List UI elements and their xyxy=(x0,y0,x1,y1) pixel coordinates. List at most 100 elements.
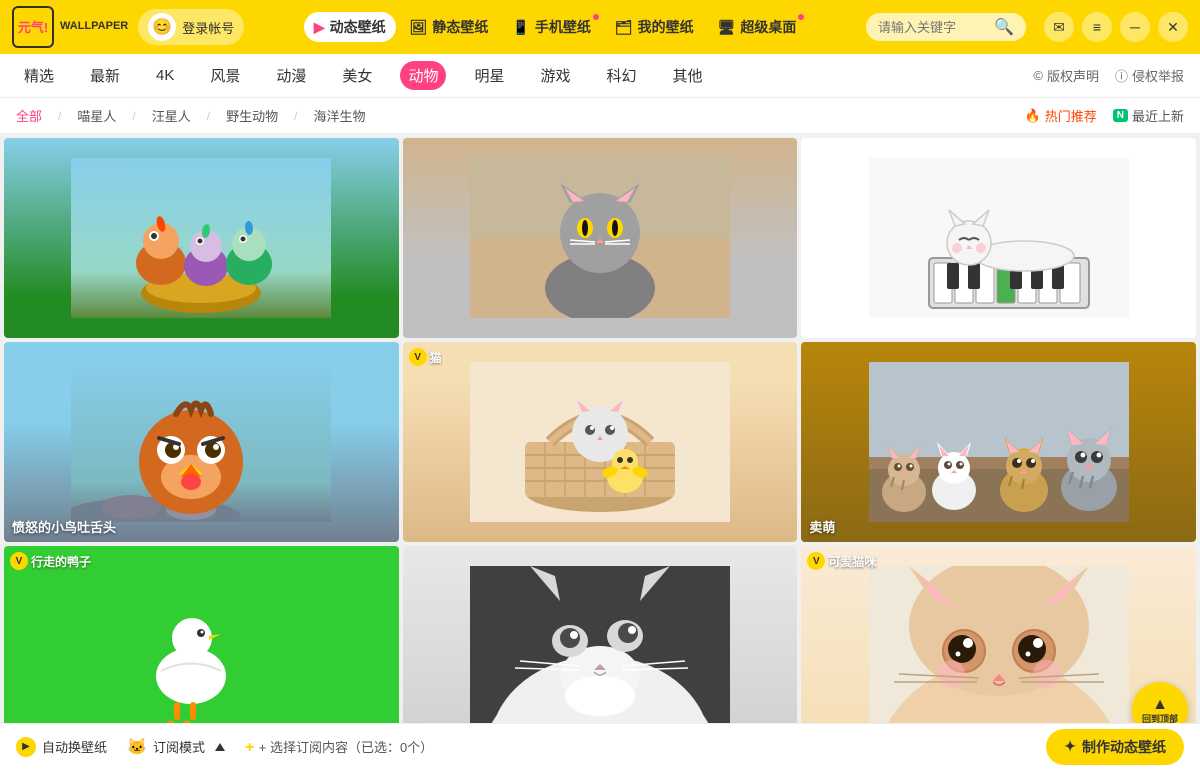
card-1[interactable] xyxy=(4,138,399,338)
sep-1: / xyxy=(58,109,61,123)
card-9[interactable]: V 可爱猫咪 ▲ 回到顶部 xyxy=(801,546,1196,723)
bottom-right: ✦ 制作动态壁纸 xyxy=(1046,729,1184,765)
card-1-image xyxy=(4,138,399,338)
nav-desktop[interactable]: 🖥 超级桌面 xyxy=(708,12,807,42)
nav-dynamic[interactable]: ▶ 动态壁纸 xyxy=(304,12,396,42)
subcat-dog[interactable]: 汪星人 xyxy=(152,106,191,125)
hot-recommend[interactable]: 🔥 热门推荐 xyxy=(1025,106,1097,125)
back-top-arrow: ▲ xyxy=(1152,696,1168,714)
select-content-btn[interactable]: + + 选择订阅内容（已选：0个） xyxy=(245,737,433,757)
close-icon: ✕ xyxy=(1167,19,1179,36)
cat-landscape[interactable]: 风景 xyxy=(202,61,248,90)
cat-animal[interactable]: 动物 xyxy=(400,61,446,90)
card-4-label: 愤怒的小鸟吐舌头 xyxy=(12,517,116,536)
cat-other[interactable]: 其他 xyxy=(665,61,711,90)
nav-mywp[interactable]: 🗂 我的壁纸 xyxy=(605,12,704,42)
menu-icon: ≡ xyxy=(1093,19,1101,35)
card-6-label: 卖萌 xyxy=(809,517,835,536)
nav-mywp-label: 我的壁纸 xyxy=(638,17,694,37)
subscribe-mode-btn[interactable]: 🐱 订阅模式 xyxy=(127,737,225,757)
search-icon[interactable]: 🔍 xyxy=(994,17,1014,37)
cat-anime[interactable]: 动漫 xyxy=(268,61,314,90)
card-9-label: 可爱猫咪 xyxy=(828,553,876,570)
login-label: 登录帐号 xyxy=(182,18,234,37)
chevron-up-icon xyxy=(215,743,225,751)
menu-button[interactable]: ≡ xyxy=(1082,12,1112,42)
v-icon-7: V xyxy=(10,552,28,570)
cat-star[interactable]: 明星 xyxy=(466,61,512,90)
cat-latest[interactable]: 最新 xyxy=(82,61,128,90)
logo-area: 元气! WALLPAPER xyxy=(12,6,128,48)
report-link[interactable]: ⓘ 侵权举报 xyxy=(1115,66,1184,85)
nav-mobile[interactable]: 📱 手机壁纸 xyxy=(502,12,600,42)
nav-mobile-icon: 📱 xyxy=(512,19,529,36)
back-top-label: 回到顶部 xyxy=(1142,714,1178,723)
card-2[interactable] xyxy=(403,138,798,338)
mobile-dot xyxy=(593,14,599,20)
header: 元气! WALLPAPER 😊 登录帐号 ▶ 动态壁纸 🖼 静态壁纸 📱 手机壁… xyxy=(0,0,1200,54)
subscribe-label: 订阅模式 xyxy=(153,737,205,756)
nav-mobile-label: 手机壁纸 xyxy=(535,17,591,37)
nav-static[interactable]: 🖼 静态壁纸 xyxy=(400,12,499,42)
auto-wallpaper-label: 自动换壁纸 xyxy=(42,737,107,756)
report-icon: ⓘ xyxy=(1115,66,1128,85)
sep-3: / xyxy=(207,109,210,123)
login-button[interactable]: 😊 登录帐号 xyxy=(138,9,244,45)
subcat-ocean[interactable]: 海洋生物 xyxy=(313,106,365,125)
v-icon-5: V xyxy=(409,348,427,366)
select-content-label: + 选择订阅内容（已选：0个） xyxy=(259,740,433,755)
cat-beauty[interactable]: 美女 xyxy=(334,61,380,90)
wallpaper-grid: 愤怒的小鸟吐舌头 xyxy=(0,134,1200,723)
logo-text: WALLPAPER xyxy=(60,20,128,33)
mail-button[interactable]: ✉ xyxy=(1044,12,1074,42)
sep-2: / xyxy=(132,109,135,123)
search-box[interactable]: 🔍 xyxy=(866,13,1026,41)
make-btn-label: 制作动态壁纸 xyxy=(1082,737,1166,757)
minimize-icon: ─ xyxy=(1130,19,1140,35)
hot-label: 热门推荐 xyxy=(1045,106,1097,125)
subcat-all[interactable]: 全部 xyxy=(16,106,42,125)
avatar: 😊 xyxy=(148,13,176,41)
card-5[interactable]: V 猫 xyxy=(403,342,798,542)
search-input[interactable] xyxy=(878,20,988,35)
card-3[interactable] xyxy=(801,138,1196,338)
card-7-badge: V 行走的鸭子 xyxy=(10,552,91,570)
card-3-image xyxy=(801,138,1196,338)
card-7-label: 行走的鸭子 xyxy=(31,553,91,570)
make-wallpaper-btn[interactable]: ✦ 制作动态壁纸 xyxy=(1046,729,1184,765)
sep-4: / xyxy=(294,109,297,123)
copyright-label: 版权声明 xyxy=(1047,66,1099,85)
cat-scifi[interactable]: 科幻 xyxy=(598,61,644,90)
nav-desktop-icon: 🖥 xyxy=(718,19,736,36)
nav-static-label: 静态壁纸 xyxy=(432,17,488,37)
cat-rights: © 版权声明 ⓘ 侵权举报 xyxy=(1033,66,1184,85)
card-5-label: 猫 xyxy=(430,349,442,366)
copyright-icon: © xyxy=(1033,68,1043,83)
card-7-image xyxy=(4,546,399,723)
card-4[interactable]: 愤怒的小鸟吐舌头 xyxy=(4,342,399,542)
v-icon-9: V xyxy=(807,552,825,570)
new-label: 最近上新 xyxy=(1132,106,1184,125)
minimize-button[interactable]: ─ xyxy=(1120,12,1150,42)
subcat-cat[interactable]: 喵星人 xyxy=(77,106,116,125)
card-5-badge: V 猫 xyxy=(409,348,442,366)
cat-4k[interactable]: 4K xyxy=(148,63,182,88)
card-5-image xyxy=(403,342,798,542)
card-6-image xyxy=(801,342,1196,542)
nav-static-icon: 🖼 xyxy=(410,19,428,36)
bottom-bar: ▶ 自动换壁纸 🐱 订阅模式 + + 选择订阅内容（已选：0个） ✦ 制作动态壁… xyxy=(0,723,1200,769)
card-7[interactable]: V 行走的鸭子 xyxy=(4,546,399,723)
subcat-wild[interactable]: 野生动物 xyxy=(226,106,278,125)
cat-featured[interactable]: 精选 xyxy=(16,61,62,90)
auto-wallpaper-btn[interactable]: ▶ 自动换壁纸 xyxy=(16,737,107,757)
card-6[interactable]: 卖萌 xyxy=(801,342,1196,542)
fire-icon: 🔥 xyxy=(1025,108,1041,124)
latest-new[interactable]: N 最近上新 xyxy=(1113,106,1184,125)
category-items: 精选 最新 4K 风景 动漫 美女 动物 明星 游戏 科幻 其他 xyxy=(16,61,1033,90)
card-8[interactable]: 猫 xyxy=(403,546,798,723)
close-button[interactable]: ✕ xyxy=(1158,12,1188,42)
card-2-image xyxy=(403,138,798,338)
cat-game[interactable]: 游戏 xyxy=(532,61,578,90)
copyright-link[interactable]: © 版权声明 xyxy=(1033,66,1099,85)
nav-bar: ▶ 动态壁纸 🖼 静态壁纸 📱 手机壁纸 🗂 我的壁纸 🖥 超级桌面 xyxy=(254,12,856,42)
